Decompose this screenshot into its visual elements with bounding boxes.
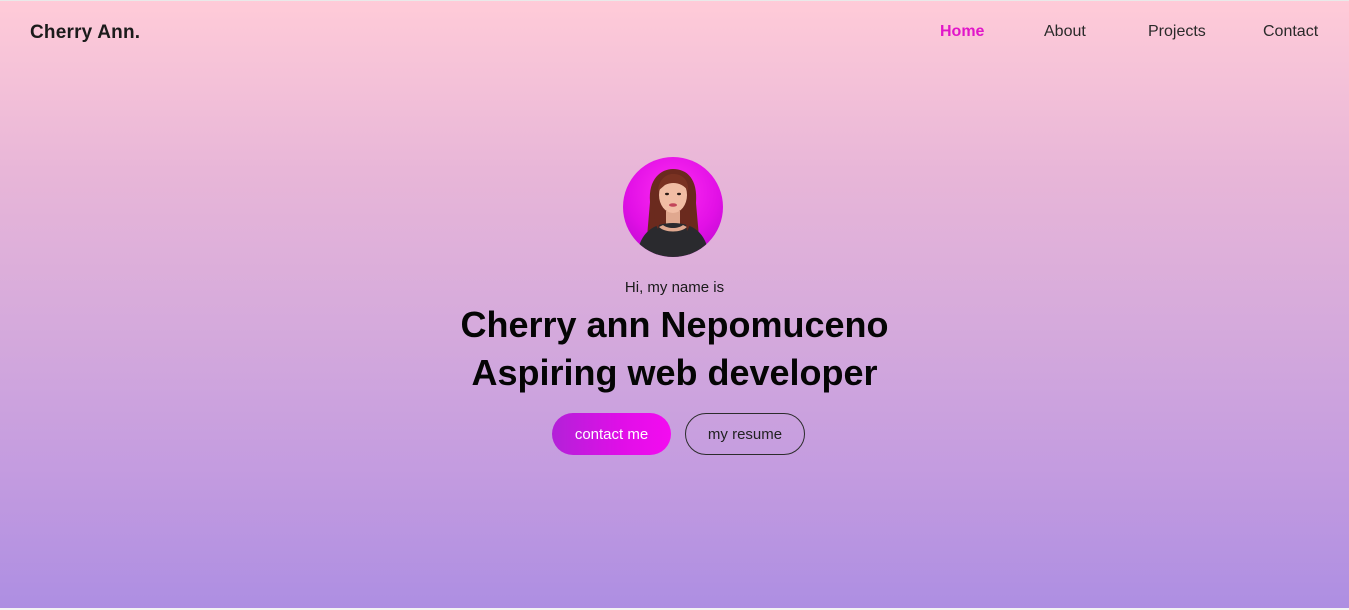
my-resume-button[interactable]: my resume (685, 413, 805, 455)
nav-projects-link[interactable]: Projects (1148, 23, 1206, 41)
main-nav: Home About Projects Contact (0, 23, 1349, 47)
profile-photo-icon (637, 169, 709, 257)
contact-me-button[interactable]: contact me (552, 413, 671, 455)
hero-role: Aspiring web developer (471, 352, 878, 393)
nav-home-link[interactable]: Home (940, 23, 984, 41)
hero-name: Cherry ann Nepomuceno (460, 304, 889, 345)
nav-about-link[interactable]: About (1044, 23, 1086, 41)
nav-contact-link[interactable]: Contact (1263, 23, 1318, 41)
greeting-text: Hi, my name is (624, 279, 725, 296)
top-divider (0, 0, 1349, 1)
avatar (623, 157, 723, 257)
